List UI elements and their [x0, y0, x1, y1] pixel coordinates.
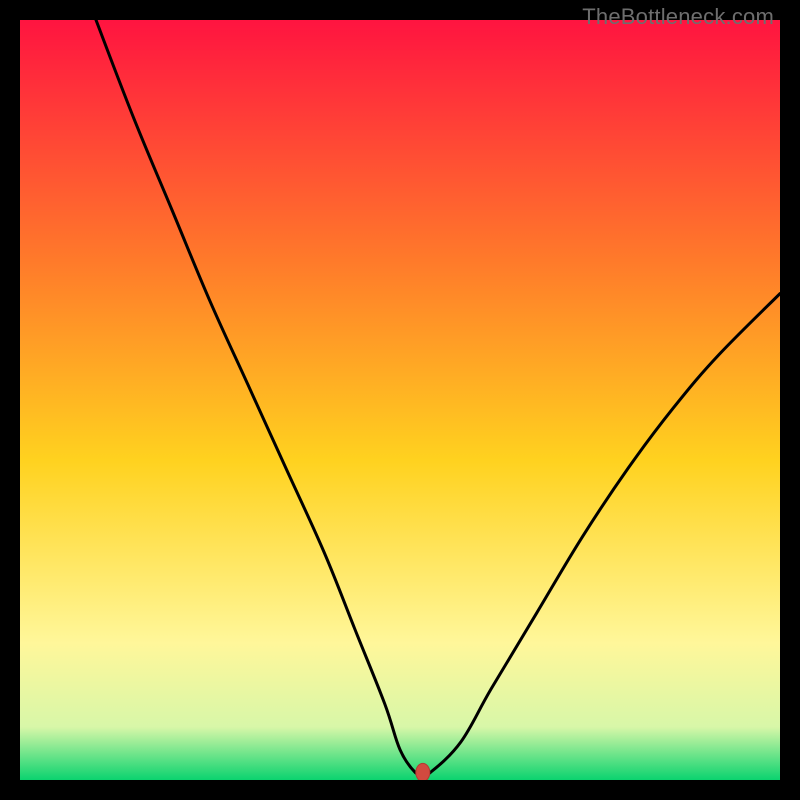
watermark-text: TheBottleneck.com	[582, 4, 774, 30]
optimal-point-marker	[416, 763, 430, 780]
gradient-background	[20, 20, 780, 780]
bottleneck-chart	[20, 20, 780, 780]
chart-frame	[20, 20, 780, 780]
